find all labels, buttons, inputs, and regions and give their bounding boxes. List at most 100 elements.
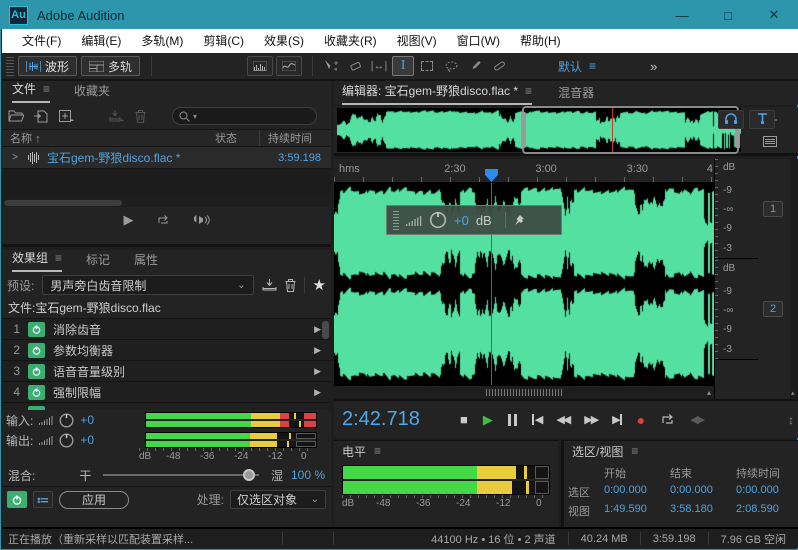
scroll-arrow-icon[interactable]: ▴ (707, 388, 711, 397)
preview-play-icon[interactable]: ▶ (124, 212, 134, 228)
menu-effects[interactable]: 效果(S) (254, 29, 314, 53)
panel-menu-icon[interactable]: ≡ (374, 444, 381, 458)
marquee-selection-tool[interactable] (416, 56, 438, 76)
apply-button[interactable]: 应用 (59, 491, 129, 509)
import-file-icon[interactable] (34, 110, 49, 123)
minimize-button[interactable]: — (659, 1, 705, 29)
effect-menu-arrow-icon[interactable]: ▶ (314, 366, 331, 377)
selection-start[interactable]: 0:00.000 (604, 484, 670, 500)
effect-slot[interactable]: 4 强制限幅 ▶ (2, 382, 331, 403)
view-end[interactable]: 3:58.180 (670, 503, 736, 519)
panel-menu-icon[interactable]: ≡ (55, 251, 62, 265)
view-start[interactable]: 1:49.590 (604, 503, 670, 519)
view-range-left-handle[interactable] (521, 112, 526, 148)
selection-end[interactable]: 0:00.000 (670, 484, 736, 500)
effect-power-icon[interactable] (28, 385, 45, 400)
overview-view-range[interactable] (522, 106, 739, 154)
rack-list-button[interactable]: ≔ (33, 491, 53, 508)
favorite-star-icon[interactable]: ★ (313, 276, 326, 294)
input-gain-value[interactable]: +0 (80, 413, 100, 427)
delete-preset-icon[interactable] (285, 279, 296, 292)
amplitude-ruler[interactable]: dB -9 -∞ -9 -3 dB -9 -∞ -9 -3 (714, 159, 758, 399)
time-selection-tool[interactable]: I (392, 56, 414, 76)
channel-2-button[interactable]: 2 (763, 301, 783, 317)
effect-slot[interactable]: 1 消除齿音 ▶ (2, 319, 331, 340)
lasso-selection-tool[interactable] (440, 56, 462, 76)
waveform-display[interactable]: +0 dB (334, 183, 714, 385)
effect-power-icon[interactable] (28, 343, 45, 358)
effect-slot[interactable]: 2 参数均衡器 ▶ (2, 340, 331, 361)
skip-to-start-button[interactable]: ◀ (532, 413, 541, 426)
overview-menu-icon[interactable] (763, 136, 777, 147)
panel-menu-icon[interactable]: ≡ (631, 444, 638, 458)
editor-vertical-scrollbar[interactable]: ▴ (790, 159, 798, 399)
tab-editor[interactable]: 编辑器: 宝石gem-野狼disco.flac * ≡ (342, 82, 532, 105)
selection-duration[interactable]: 0:00.000 (736, 484, 798, 500)
waveform-view-button[interactable]: 波形 (18, 56, 77, 76)
scroll-arrow-icon[interactable]: ▴ (791, 389, 795, 397)
row-expander-icon[interactable]: > (2, 152, 28, 163)
pin-marker-icon[interactable] (749, 110, 775, 129)
record-button[interactable]: ● (637, 412, 645, 428)
menu-help[interactable]: 帮助(H) (510, 29, 571, 53)
channel-1-button[interactable]: 1 (763, 201, 783, 217)
loop-playback-button[interactable] (660, 413, 675, 426)
volume-hud[interactable]: +0 dB (386, 205, 562, 235)
maximize-button[interactable]: □ (705, 1, 751, 29)
tab-favorites[interactable]: 收藏夹 (74, 82, 110, 103)
fast-forward-button[interactable]: ▶▶ (584, 413, 597, 426)
hud-pin-icon[interactable] (513, 214, 525, 226)
search-input[interactable]: ▾ (172, 107, 317, 125)
tab-files[interactable]: 文件 ≡ (12, 81, 50, 103)
panel-menu-icon[interactable]: ≡ (525, 84, 532, 98)
view-duration[interactable]: 2:08.590 (736, 503, 798, 519)
menu-file[interactable]: 文件(F) (12, 29, 71, 53)
mix-slider-handle[interactable] (243, 469, 255, 481)
slots-scrollbar[interactable] (322, 321, 329, 339)
skip-selection-button[interactable]: ◀▶ (690, 413, 703, 426)
stop-button[interactable]: ■ (460, 412, 468, 427)
close-button[interactable]: ✕ (751, 1, 797, 29)
menu-edit[interactable]: 编辑(E) (71, 29, 131, 53)
effect-power-icon[interactable] (28, 322, 45, 337)
spot-healing-tool[interactable] (488, 56, 510, 76)
effect-menu-arrow-icon[interactable]: ▶ (314, 387, 331, 398)
input-gain-knob[interactable] (59, 413, 74, 428)
effect-power-icon[interactable] (28, 364, 45, 379)
loop-preview-icon[interactable] (156, 214, 170, 226)
preset-dropdown[interactable]: 男声旁白齿音限制 ⌄ (42, 275, 253, 295)
timeline-ruler[interactable]: hms 2:30 3:00 3:30 4 (334, 159, 714, 183)
effect-menu-arrow-icon[interactable]: ▶ (314, 345, 331, 356)
hud-gain-value[interactable]: +0 (454, 213, 469, 228)
trash-icon[interactable] (135, 110, 146, 123)
output-gain-knob[interactable] (59, 433, 74, 448)
menu-clip[interactable]: 剪辑(C) (193, 29, 254, 53)
save-preset-icon[interactable] (262, 279, 277, 291)
paintbrush-tool[interactable] (464, 56, 486, 76)
multitrack-view-button[interactable]: 多轨 (81, 56, 140, 76)
menu-window[interactable]: 窗口(W) (447, 29, 510, 53)
menu-favorites[interactable]: 收藏夹(R) (314, 29, 387, 53)
effect-power-icon[interactable] (28, 406, 45, 411)
slip-tool[interactable]: |↔| (368, 56, 390, 76)
file-row[interactable]: > 宝石gem-野狼disco.flac * 3:59.198 (2, 147, 331, 169)
panel-menu-icon[interactable]: ≡ (43, 82, 50, 96)
pause-button[interactable] (508, 414, 517, 426)
menu-view[interactable]: 视图(V) (387, 29, 447, 53)
current-time-display[interactable]: 2:42.718 (342, 408, 460, 431)
open-file-icon[interactable] (8, 110, 24, 122)
toolbar-overflow-icon[interactable]: » (650, 59, 656, 74)
hud-volume-knob[interactable] (429, 211, 447, 229)
effect-slot-partial[interactable] (2, 403, 331, 410)
headphone-monitor-icon[interactable] (718, 110, 744, 129)
rewind-button[interactable]: ◀◀ (556, 413, 569, 426)
skip-to-end-button[interactable]: ▶ (612, 413, 621, 426)
toolbar-grip[interactable] (6, 56, 14, 76)
hud-grip[interactable] (393, 210, 399, 230)
tab-markers[interactable]: 标记 (86, 251, 110, 272)
workspace-selector[interactable]: 默认 ≡ (558, 58, 596, 75)
files-horizontal-scrollbar[interactable] (2, 199, 331, 207)
razor-tool[interactable] (344, 56, 366, 76)
tab-mixer[interactable]: 混音器 (558, 84, 594, 105)
spectral-pitch-button[interactable] (276, 56, 302, 76)
